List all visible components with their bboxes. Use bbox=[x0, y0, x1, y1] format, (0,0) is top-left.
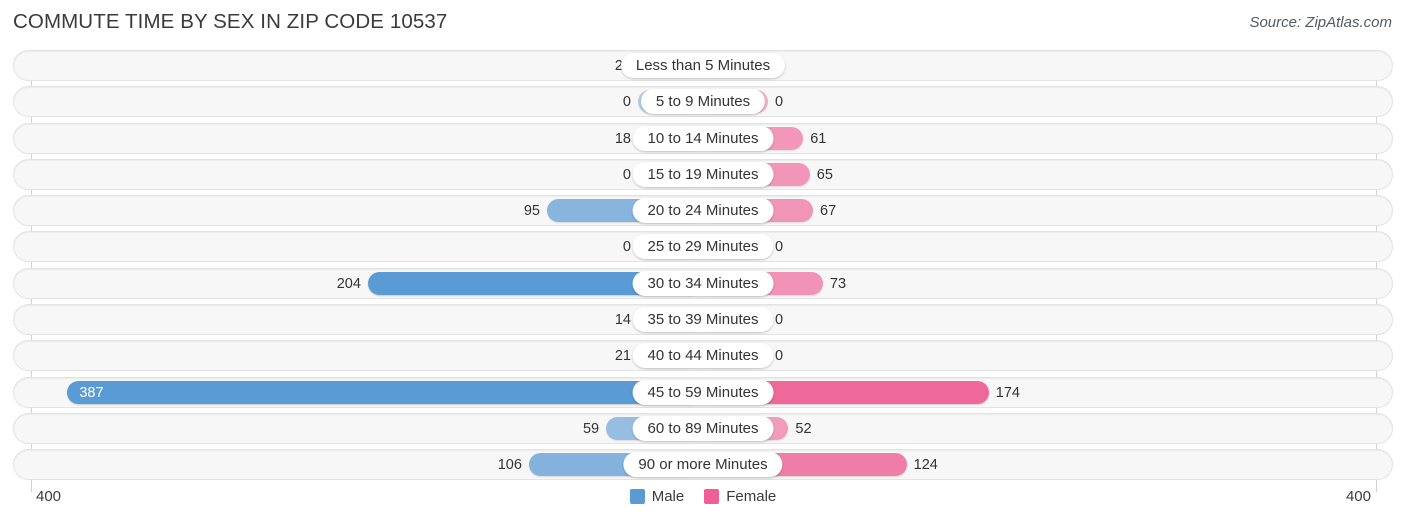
chart-footer: 400 400 Male Female bbox=[0, 486, 1406, 523]
category-label: 40 to 44 Minutes bbox=[632, 343, 774, 369]
table-row[interactable]: 14 0 35 to 39 Minutes bbox=[13, 304, 1393, 336]
value-label-female: 65 bbox=[816, 166, 833, 183]
table-row[interactable]: 250Less than 5 Minutes bbox=[13, 50, 1393, 81]
source-attribution: Source: ZipAtlas.com bbox=[1249, 14, 1392, 31]
legend-swatch-male-icon bbox=[629, 489, 645, 504]
value-label-male: 0 bbox=[622, 94, 631, 111]
category-label: 35 to 39 Minutes bbox=[632, 307, 774, 333]
category-label: Less than 5 Minutes bbox=[620, 53, 786, 78]
value-label-female: 0 bbox=[775, 94, 784, 111]
page-title: COMMUTE TIME BY SEX IN ZIP CODE 10537 bbox=[13, 10, 448, 33]
value-label-male: 204 bbox=[336, 275, 361, 292]
category-label: 25 to 29 Minutes bbox=[632, 234, 774, 260]
bar-male[interactable] bbox=[67, 380, 703, 404]
value-label-male: 59 bbox=[582, 420, 600, 437]
table-row[interactable]: 106 124 90 or more Minutes bbox=[13, 449, 1393, 481]
legend-item-male[interactable]: Male bbox=[629, 488, 685, 505]
value-label-female: 0 bbox=[775, 348, 784, 365]
value-label-female: 174 bbox=[995, 384, 1020, 401]
category-label: 60 to 89 Minutes bbox=[632, 415, 774, 441]
table-row[interactable]: 0 0 25 to 29 Minutes bbox=[13, 231, 1393, 263]
chart-plot-area: 250Less than 5 Minutes 0 0 5 to 9 Minutes 18… bbox=[0, 50, 1406, 492]
category-label: 45 to 59 Minutes bbox=[632, 379, 774, 405]
value-label-female: 61 bbox=[810, 130, 827, 147]
table-row[interactable]: 0 0 5 to 9 Minutes bbox=[13, 86, 1393, 118]
value-label-female: 0 bbox=[775, 312, 784, 329]
value-label-female: 0 bbox=[775, 239, 784, 256]
table-row[interactable]: 204 73 30 to 34 Minutes bbox=[13, 267, 1393, 299]
chart-page: COMMUTE TIME BY SEX IN ZIP CODE 10537 So… bbox=[0, 0, 1406, 523]
bar-rows-container: 250Less than 5 Minutes 0 0 5 to 9 Minutes 18… bbox=[0, 50, 1406, 486]
table-row[interactable]: 95 67 20 to 24 Minutes bbox=[13, 195, 1393, 227]
value-label-male: 0 bbox=[622, 239, 631, 256]
table-row[interactable]: 59 52 60 to 89 Minutes bbox=[13, 412, 1393, 444]
value-label-male: 21 bbox=[614, 348, 631, 365]
value-label-female: 52 bbox=[795, 420, 812, 437]
category-label: 15 to 19 Minutes bbox=[632, 161, 774, 187]
chart-legend: Male Female bbox=[0, 488, 1406, 505]
legend-label-male: Male bbox=[651, 488, 685, 505]
table-row[interactable]: 387 174 45 to 59 Minutes bbox=[13, 376, 1393, 408]
value-label-female: 67 bbox=[820, 203, 837, 220]
category-label: 20 to 24 Minutes bbox=[632, 198, 774, 224]
value-label-male: 18 bbox=[614, 130, 631, 147]
value-label-female: 73 bbox=[829, 275, 847, 292]
value-label-male: 0 bbox=[622, 166, 631, 183]
legend-label-female: Female bbox=[726, 488, 777, 505]
table-row[interactable]: 18 61 10 to 14 Minutes bbox=[13, 122, 1393, 154]
table-row[interactable]: 0 65 15 to 19 Minutes bbox=[13, 158, 1393, 190]
table-row[interactable]: 21 0 40 to 44 Minutes bbox=[13, 340, 1393, 372]
category-label: 90 or more Minutes bbox=[623, 452, 783, 478]
value-label-male: 95 bbox=[523, 203, 540, 220]
legend-item-female[interactable]: Female bbox=[704, 488, 776, 505]
value-label-female: 124 bbox=[913, 457, 938, 474]
legend-swatch-female-icon bbox=[704, 489, 720, 504]
value-label-male: 106 bbox=[497, 457, 522, 474]
value-label-male: 387 bbox=[79, 384, 104, 401]
category-label: 5 to 9 Minutes bbox=[640, 89, 766, 115]
value-label-male: 14 bbox=[614, 312, 631, 329]
category-label: 30 to 34 Minutes bbox=[632, 270, 774, 296]
category-label: 10 to 14 Minutes bbox=[632, 125, 774, 151]
